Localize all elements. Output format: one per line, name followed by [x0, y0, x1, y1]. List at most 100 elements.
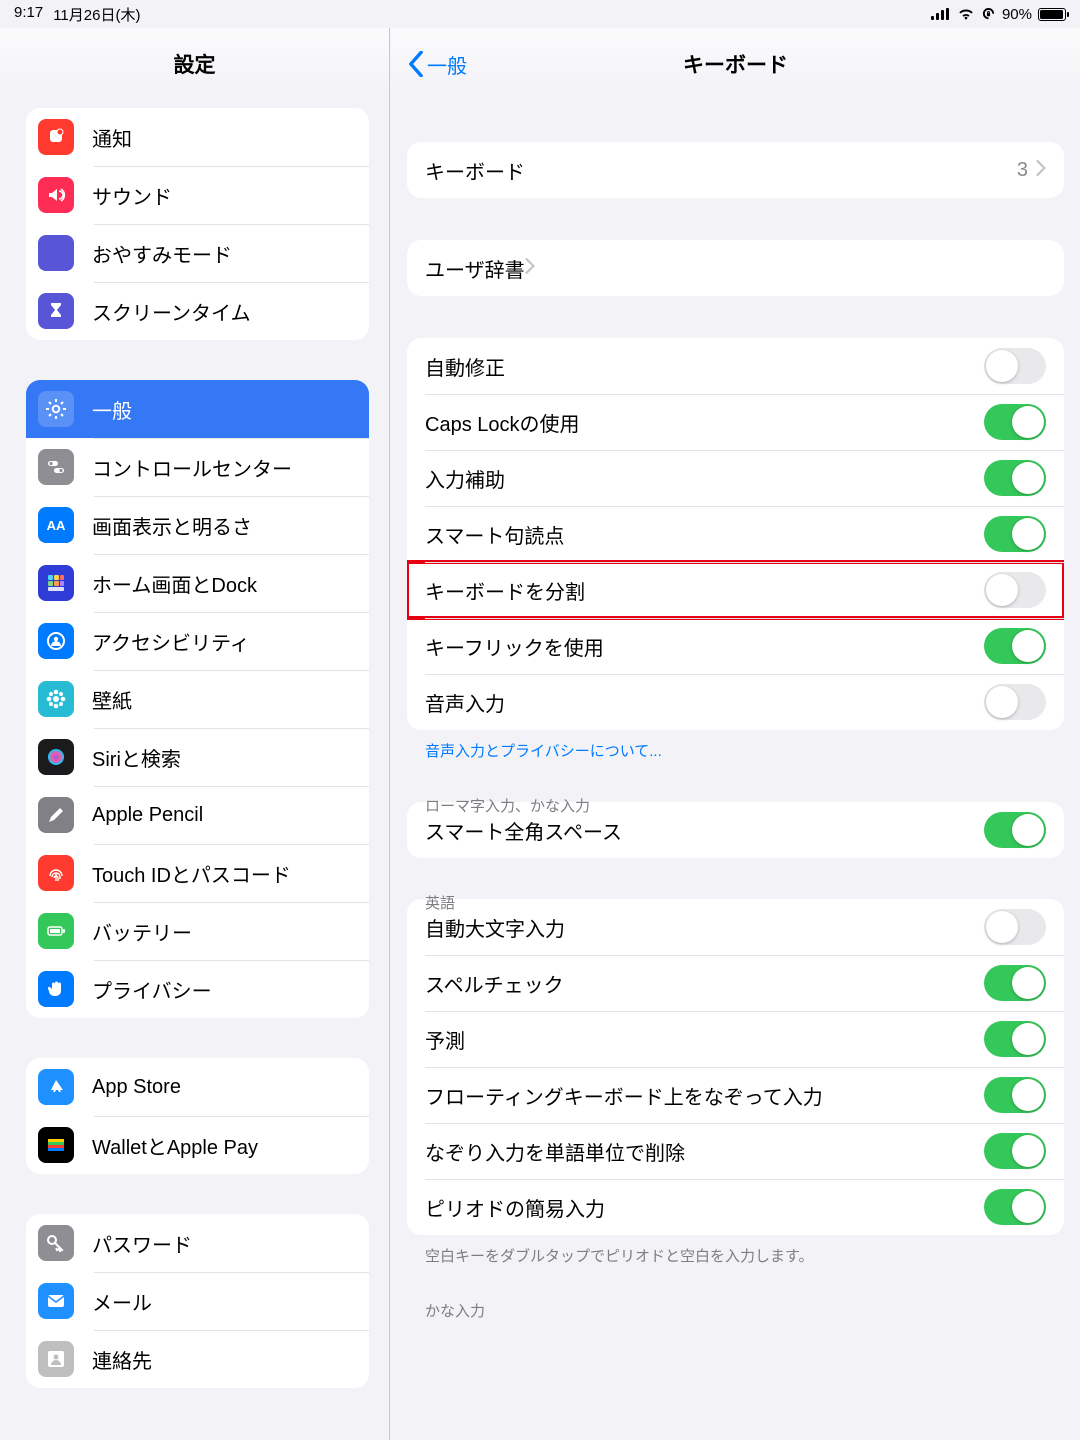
toggle-switch[interactable]: [984, 909, 1046, 945]
sidebar-item-label: 画面表示と明るさ: [92, 511, 252, 540]
toggle-row[interactable]: キーボードを分割: [407, 562, 1064, 618]
section-footer: 空白キーをダブルタップでピリオドと空白を入力します。: [425, 1245, 1064, 1266]
key-icon: [38, 1225, 74, 1261]
sidebar-item-label: おやすみモード: [92, 239, 232, 268]
row-label: 入力補助: [425, 464, 505, 493]
toggle-row[interactable]: スペルチェック: [407, 955, 1064, 1011]
mail-icon: [38, 1283, 74, 1319]
svg-text:AA: AA: [47, 518, 66, 533]
row-label: 音声入力: [425, 688, 505, 717]
sidebar-item-dnd[interactable]: おやすみモード: [26, 224, 369, 282]
toggle-switch[interactable]: [984, 684, 1046, 720]
row-label: スマート句読点: [425, 520, 564, 549]
sidebar-item-label: スクリーンタイム: [92, 297, 251, 326]
toggle-switch[interactable]: [984, 516, 1046, 552]
sidebar-item-sounds[interactable]: サウンド: [26, 166, 369, 224]
row-label: ユーザ辞書: [425, 254, 525, 283]
sidebar-item-wallet[interactable]: WalletとApple Pay: [26, 1116, 369, 1174]
sidebar-item-label: Touch IDとパスコード: [92, 859, 291, 888]
grid-icon: [38, 565, 74, 601]
toggle-switch[interactable]: [984, 1021, 1046, 1057]
nav-row[interactable]: ユーザ辞書: [407, 240, 1064, 296]
toggle-switch[interactable]: [984, 348, 1046, 384]
toggle-row[interactable]: 予測: [407, 1011, 1064, 1067]
toggle-row[interactable]: スマート句読点: [407, 506, 1064, 562]
sidebar-item-label: App Store: [92, 1076, 181, 1099]
sidebar-item-notifications[interactable]: 通知: [26, 108, 369, 166]
sidebar-item-label: プライバシー: [92, 975, 212, 1004]
sidebar-item-siri[interactable]: Siriと検索: [26, 728, 369, 786]
toggle-row[interactable]: Caps Lockの使用: [407, 394, 1064, 450]
toggle-row[interactable]: なぞり入力を単語単位で削除: [407, 1123, 1064, 1179]
hand-icon: [38, 971, 74, 1007]
toggle-row[interactable]: フローティングキーボード上をなぞって入力: [407, 1067, 1064, 1123]
siri-icon: [38, 739, 74, 775]
sidebar-item-appstore[interactable]: App Store: [26, 1058, 369, 1116]
row-label: キーボード: [425, 156, 525, 185]
sidebar-item-home[interactable]: ホーム画面とDock: [26, 554, 369, 612]
sidebar-item-general[interactable]: 一般: [26, 380, 369, 438]
row-value: 3: [1017, 159, 1036, 182]
sidebar-item-mail[interactable]: メール: [26, 1272, 369, 1330]
toggle-row[interactable]: 音声入力: [407, 674, 1064, 730]
chevron-right-icon: [525, 257, 535, 280]
detail-pane: 一般 キーボード キーボード 3 ユーザ辞書自動修正 Caps Lockの使用入力補助…: [391, 28, 1080, 1440]
sidebar-item-touchid[interactable]: Touch IDとパスコード: [26, 844, 369, 902]
sidebar-item-label: サウンド: [92, 181, 172, 210]
status-date: 11月26日(木): [53, 4, 140, 25]
toggle-row[interactable]: 自動修正: [407, 338, 1064, 394]
sidebar-item-label: アクセシビリティ: [92, 627, 250, 656]
row-label: フローティングキーボード上をなぞって入力: [425, 1081, 823, 1110]
toggle-switch[interactable]: [984, 460, 1046, 496]
sidebar-item-control-center[interactable]: コントロールセンター: [26, 438, 369, 496]
toggle-switch[interactable]: [984, 1077, 1046, 1113]
sidebar-item-label: 連絡先: [92, 1345, 152, 1374]
sidebar-item-passwords[interactable]: パスワード: [26, 1214, 369, 1272]
toggle-switch[interactable]: [984, 1189, 1046, 1225]
sidebar-item-contacts[interactable]: 連絡先: [26, 1330, 369, 1388]
switches-icon: [38, 449, 74, 485]
toggle-row[interactable]: 自動大文字入力: [407, 899, 1064, 955]
status-time: 9:17: [14, 4, 43, 25]
toggle-switch[interactable]: [984, 812, 1046, 848]
toggle-switch[interactable]: [984, 965, 1046, 1001]
toggle-row[interactable]: ピリオドの簡易入力: [407, 1179, 1064, 1235]
detail-title: キーボード: [391, 49, 1080, 79]
sidebar-item-screentime[interactable]: スクリーンタイム: [26, 282, 369, 340]
battery-percent: 90%: [1002, 6, 1032, 23]
pencil-icon: [38, 797, 74, 833]
battery-icon: [38, 913, 74, 949]
toggle-row[interactable]: 入力補助: [407, 450, 1064, 506]
chevron-right-icon: [1036, 159, 1046, 182]
toggle-switch[interactable]: [984, 1133, 1046, 1169]
toggle-switch[interactable]: [984, 628, 1046, 664]
back-button[interactable]: 一般: [407, 50, 467, 79]
sidebar-item-label: 壁紙: [92, 685, 132, 714]
toggle-switch[interactable]: [984, 404, 1046, 440]
sidebar-item-label: Apple Pencil: [92, 804, 203, 827]
sidebar-item-battery[interactable]: バッテリー: [26, 902, 369, 960]
sidebar-item-accessibility[interactable]: アクセシビリティ: [26, 612, 369, 670]
gear-icon: [38, 391, 74, 427]
contacts-icon: [38, 1341, 74, 1377]
status-bar: 9:17 11月26日(木) 90%: [0, 0, 1080, 28]
sidebar-item-label: バッテリー: [92, 917, 192, 946]
toggle-row[interactable]: キーフリックを使用: [407, 618, 1064, 674]
nav-row[interactable]: キーボード 3: [407, 142, 1064, 198]
sidebar-item-label: パスワード: [92, 1229, 192, 1258]
sidebar-item-display[interactable]: AA 画面表示と明るさ: [26, 496, 369, 554]
sidebar-item-privacy[interactable]: プライバシー: [26, 960, 369, 1018]
section-footer-link[interactable]: 音声入力とプライバシーについて...: [425, 740, 1064, 761]
wallet-icon: [38, 1127, 74, 1163]
hourglass-icon: [38, 293, 74, 329]
sidebar-item-pencil[interactable]: Apple Pencil: [26, 786, 369, 844]
appstore-icon: [38, 1069, 74, 1105]
speaker-icon: [38, 177, 74, 213]
toggle-row[interactable]: スマート全角スペース: [407, 802, 1064, 858]
row-label: 自動修正: [425, 352, 505, 381]
wifi-icon: [957, 7, 975, 21]
settings-sidebar: 設定 通知サウンドおやすみモードスクリーンタイム一般コントロールセンターAA画面…: [0, 28, 390, 1440]
toggle-switch[interactable]: [984, 572, 1046, 608]
aa-icon: AA: [38, 507, 74, 543]
sidebar-item-wallpaper[interactable]: 壁紙: [26, 670, 369, 728]
